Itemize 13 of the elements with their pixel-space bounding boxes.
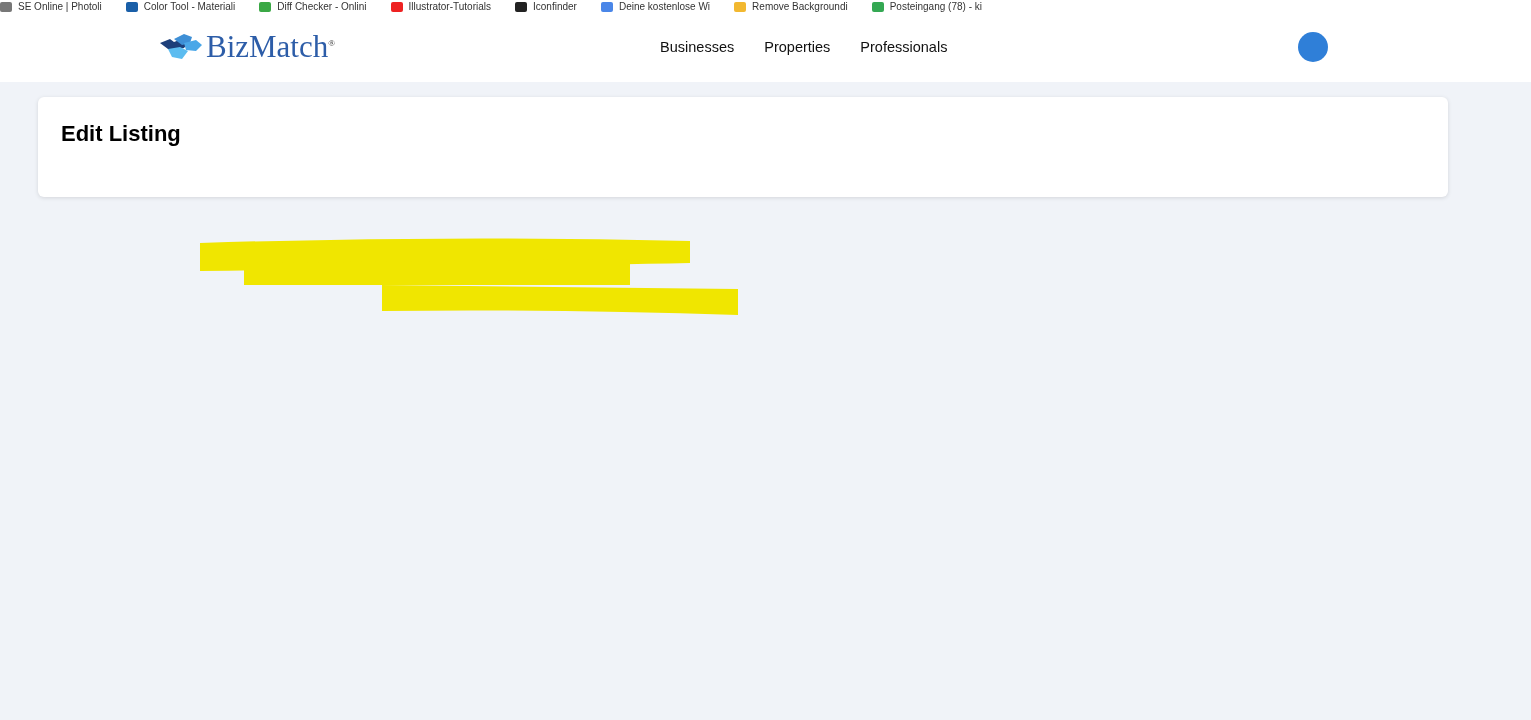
bookmark-item[interactable]: Color Tool - Materiali: [125, 1, 236, 12]
nav-link[interactable]: Businesses: [660, 39, 735, 55]
bookmark-item[interactable]: Iconfinder: [515, 1, 577, 12]
bookmark-item[interactable]: Diff Checker - Onlini: [259, 1, 367, 12]
nav-link[interactable]: Professionals: [860, 39, 948, 55]
page-title: Edit Listing: [61, 121, 181, 147]
bookmark-item[interactable]: Deine kostenlose Wi: [600, 1, 711, 12]
nav-link[interactable]: Properties: [764, 39, 831, 55]
bookmark-item[interactable]: Posteingang (78) - ki: [871, 1, 982, 12]
bookmark-item[interactable]: SE Online | Photoli: [0, 1, 102, 12]
logo-text[interactable]: BizMatch$^{®}$: [206, 29, 336, 65]
bookmark-item[interactable]: Illustrator-Tutorials: [390, 1, 491, 12]
bookmark-item[interactable]: Remove Backgroundi: [734, 1, 848, 12]
